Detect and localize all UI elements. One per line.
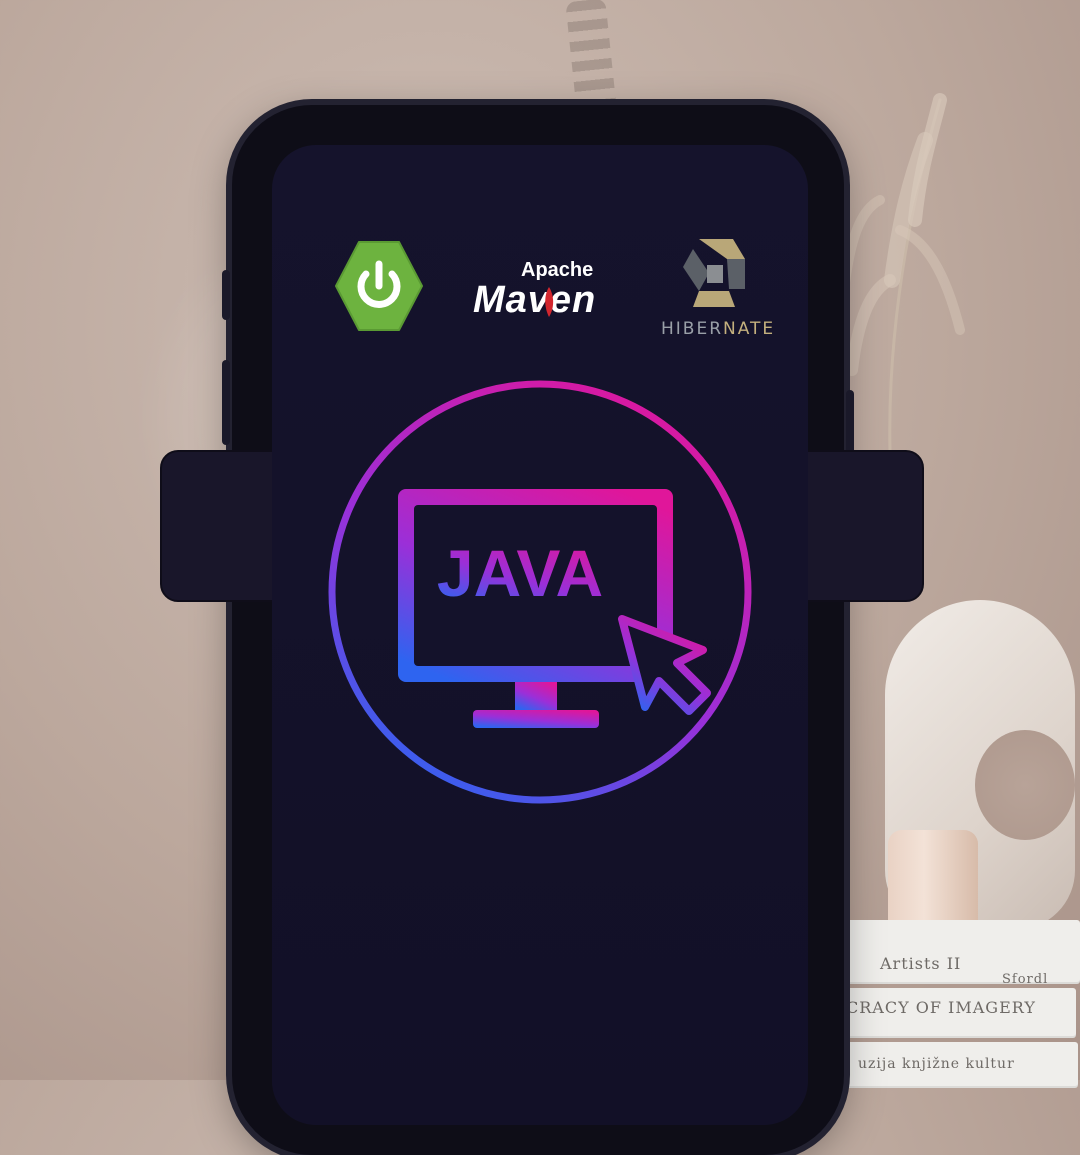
java-emblem: JAVA: [328, 380, 752, 804]
maven-logo: Apache Maven: [467, 255, 627, 335]
book-stack: Artists II Sfordl CRACY OF IMAGERY uzija…: [836, 920, 1080, 1088]
book-1-side: Sfordl: [1002, 972, 1049, 987]
hibernate-text-part2: NATE: [723, 319, 776, 339]
java-label: JAVA: [437, 536, 603, 610]
book-2-title: CRACY OF IMAGERY: [846, 998, 1036, 1017]
book-1: Artists II Sfordl: [840, 920, 1080, 987]
vase-hole: [975, 730, 1075, 840]
spring-power-icon: [335, 241, 423, 331]
book-1-title: Artists II: [880, 954, 962, 973]
book-3-title: uzija knjižne kultur: [858, 1056, 1015, 1072]
hibernate-text: HIBERNATE: [661, 319, 775, 339]
maven-name-text: Maven: [473, 279, 597, 321]
phone-volume-button: [222, 270, 230, 320]
logo-row: Apache Maven HIBERNATE: [272, 145, 808, 365]
book-3: uzija knjižne kultur: [838, 1042, 1078, 1088]
book-2: CRACY OF IMAGERY: [836, 988, 1076, 1038]
maven-feather-icon: [545, 287, 554, 317]
phone-side-button: [222, 360, 230, 445]
phone-screen: Apache Maven HIBERNATE JAVA: [272, 145, 808, 1125]
hibernate-cube-icon: [683, 239, 745, 307]
hibernate-logo: HIBERNATE: [657, 237, 777, 347]
hibernate-text-part1: HIBER: [661, 319, 724, 339]
cursor-arrow-icon: [618, 615, 711, 715]
